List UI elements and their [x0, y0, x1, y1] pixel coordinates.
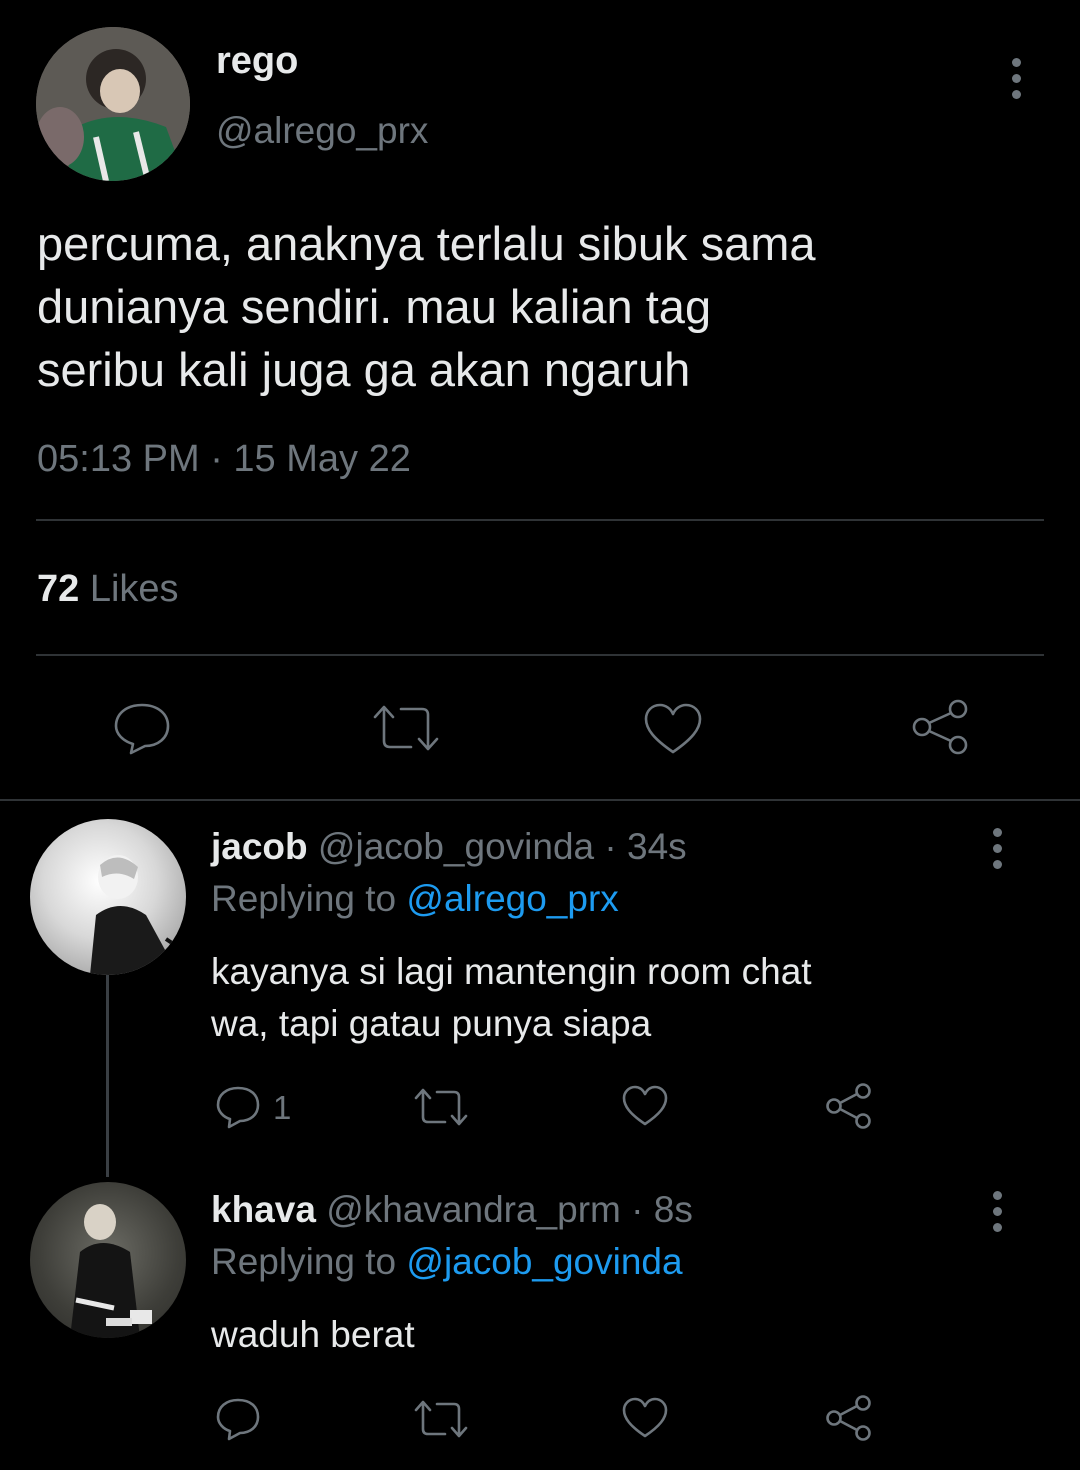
main-retweet-button[interactable] — [371, 703, 441, 753]
thread-line — [106, 975, 109, 1177]
reply-more-options-icon[interactable] — [993, 1191, 1002, 1239]
retweet-icon — [414, 1088, 468, 1126]
tweet-text-line: percuma, anaknya terlalu sibuk sama — [37, 217, 816, 270]
main-handle[interactable]: @alrego_prx — [216, 110, 428, 152]
divider — [36, 654, 1044, 656]
reply-text: kayanya si lagi mantengin room chat wa, … — [211, 946, 812, 1050]
retweet-icon — [414, 1400, 468, 1438]
reply-text-line: kayanya si lagi mantengin room chat — [211, 951, 812, 992]
replying-to: Replying to @alrego_prx — [211, 878, 619, 920]
reply-avatar[interactable] — [30, 1182, 186, 1338]
replying-label: Replying to — [211, 878, 397, 919]
reply-icon — [114, 703, 170, 755]
retweet-icon — [373, 705, 439, 751]
reply-share-button[interactable] — [826, 1083, 872, 1129]
main-display-name[interactable]: rego — [216, 40, 298, 83]
replying-to-link[interactable]: @jacob_govinda — [406, 1241, 682, 1282]
divider — [36, 519, 1044, 521]
replying-label: Replying to — [211, 1241, 397, 1282]
reply-like-button[interactable] — [622, 1085, 668, 1127]
main-reply-button[interactable] — [113, 701, 171, 755]
likes-stat[interactable]: 72 Likes — [37, 568, 179, 611]
divider — [0, 799, 1080, 801]
main-tweet-text: percuma, anaknya terlalu sibuk sama duni… — [37, 212, 816, 401]
like-icon — [622, 1085, 668, 1126]
main-more-options-icon[interactable] — [1012, 58, 1021, 106]
reply-display-name[interactable]: jacob — [211, 826, 308, 867]
like-icon — [644, 703, 702, 754]
reply-more-options-icon[interactable] — [993, 828, 1002, 876]
main-avatar[interactable] — [36, 27, 190, 181]
reply-time[interactable]: · 34s — [604, 826, 686, 867]
reply-text: waduh berat — [211, 1309, 415, 1361]
reply-reply-button[interactable]: 1 — [215, 1085, 291, 1129]
main-timestamp[interactable]: 05:13 PM · 15 May 22 — [37, 438, 411, 481]
reply-icon — [216, 1398, 260, 1441]
likes-label: Likes — [89, 568, 179, 610]
reply-header: jacob @jacob_govinda · 34s — [211, 826, 687, 868]
share-icon — [912, 699, 968, 755]
avatar-photo-icon — [90, 855, 174, 975]
share-icon — [826, 1395, 871, 1441]
reply-retweet-button[interactable] — [413, 1399, 469, 1439]
reply-handle[interactable]: @khavandra_prm — [326, 1189, 621, 1230]
replying-to-link[interactable]: @alrego_prx — [406, 878, 618, 919]
reply-share-button[interactable] — [826, 1395, 872, 1441]
main-like-button[interactable] — [644, 703, 702, 755]
reply-avatar[interactable] — [30, 819, 186, 975]
likes-count: 72 — [37, 568, 80, 610]
tweet-text-line: dunianya sendiri. mau kalian tag — [37, 280, 712, 333]
reply-text-line: wa, tapi gatau punya siapa — [211, 1003, 652, 1044]
avatar-photo-icon — [70, 1204, 152, 1338]
reply-retweet-button[interactable] — [413, 1087, 469, 1127]
avatar-photo-icon — [36, 27, 190, 181]
replying-to: Replying to @jacob_govinda — [211, 1241, 683, 1283]
reply-icon — [216, 1086, 260, 1129]
reply-handle[interactable]: @jacob_govinda — [318, 826, 594, 867]
reply-count: 1 — [273, 1089, 292, 1126]
share-icon — [826, 1083, 871, 1129]
reply-time[interactable]: · 8s — [631, 1189, 693, 1230]
reply-text-line: waduh berat — [211, 1314, 415, 1355]
reply-display-name[interactable]: khava — [211, 1189, 316, 1230]
reply-like-button[interactable] — [622, 1397, 668, 1439]
reply-header: khava @khavandra_prm · 8s — [211, 1189, 693, 1231]
reply-reply-button[interactable] — [215, 1397, 261, 1441]
like-icon — [622, 1397, 668, 1438]
tweet-text-line: seribu kali juga ga akan ngaruh — [37, 343, 691, 396]
main-share-button[interactable] — [912, 699, 970, 755]
